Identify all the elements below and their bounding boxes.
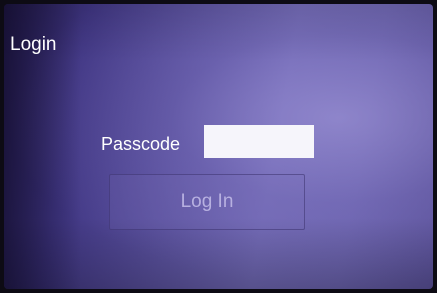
- passcode-label: Passcode: [101, 134, 181, 154]
- login-screen: Login Passcode Log In: [4, 4, 433, 289]
- page-title: Login: [10, 34, 57, 55]
- log-in-button[interactable]: Log In: [109, 174, 305, 230]
- passcode-input[interactable]: [204, 125, 314, 158]
